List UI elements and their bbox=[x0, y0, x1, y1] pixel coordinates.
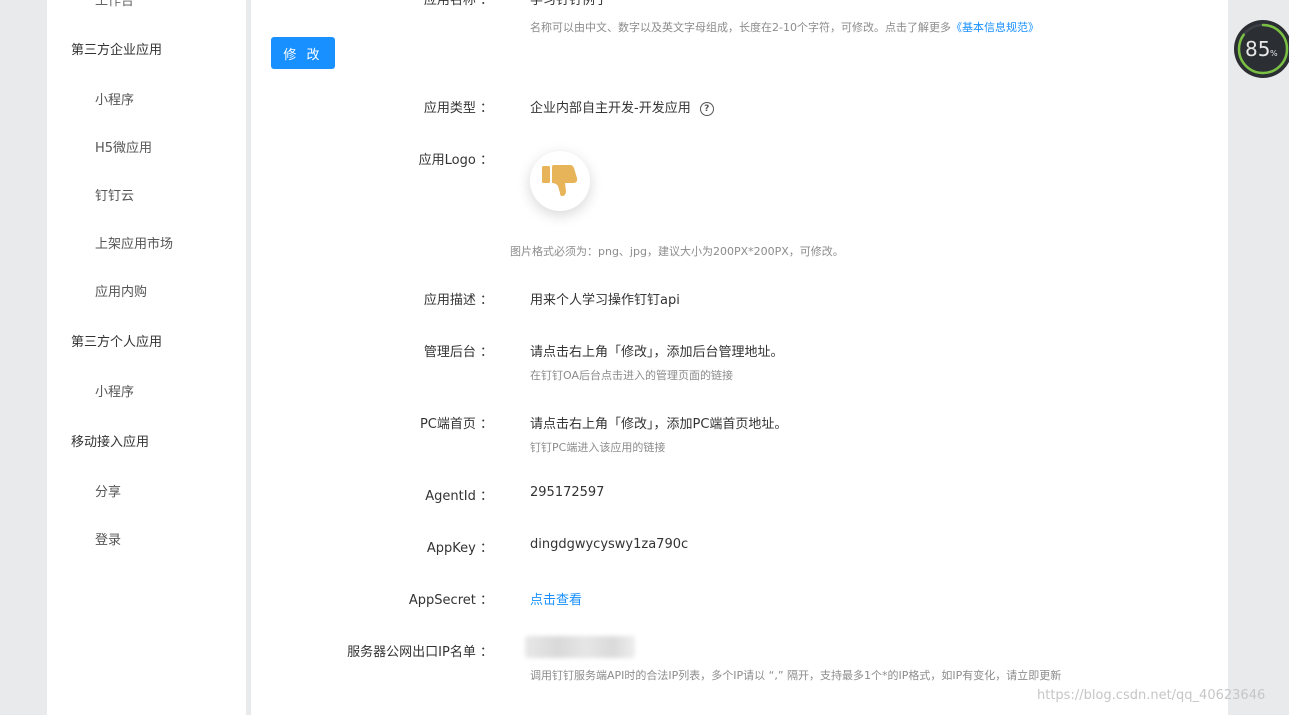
app-name-label: 应用名称 bbox=[424, 0, 493, 8]
sidebar: 工作台 第三方企业应用 小程序 H5微应用 钉钉云 上架应用市场 应用内购 第三… bbox=[47, 0, 246, 715]
sidebar-group-mobile-access[interactable]: 移动接入应用 bbox=[71, 431, 149, 450]
sidebar-item-app-market[interactable]: 上架应用市场 bbox=[95, 233, 173, 252]
ip-list-blurred-value bbox=[525, 636, 635, 658]
agent-id-value: 295172597 bbox=[530, 485, 605, 500]
edit-button[interactable]: 修 改 bbox=[271, 37, 335, 69]
app-name-hint: 名称可以由中文、数字以及英文字母组成，长度在2-10个字符，可修改。点击了解更多… bbox=[530, 19, 1039, 35]
app-key-label: AppKey bbox=[427, 537, 493, 556]
watermark: https://blog.csdn.net/qq_40623646 bbox=[1037, 688, 1266, 703]
view-secret-link[interactable]: 点击查看 bbox=[530, 589, 582, 608]
sidebar-item-personal-mini-program[interactable]: 小程序 bbox=[95, 381, 134, 400]
app-type-value: 企业内部自主开发-开发应用 bbox=[530, 101, 691, 116]
admin-label: 管理后台 bbox=[424, 341, 493, 360]
app-desc-label: 应用描述 bbox=[424, 289, 493, 308]
sidebar-item-workbench[interactable]: 工作台 bbox=[95, 0, 134, 9]
app-logo[interactable] bbox=[530, 151, 590, 211]
sidebar-item-dingtalk-cloud[interactable]: 钉钉云 bbox=[95, 185, 134, 204]
sidebar-group-third-party-personal[interactable]: 第三方个人应用 bbox=[71, 331, 162, 350]
sidebar-item-in-app-purchase[interactable]: 应用内购 bbox=[95, 281, 147, 300]
app-type-label: 应用类型 bbox=[424, 97, 493, 116]
pc-home-value: 请点击右上角「修改」，添加PC端首页地址。 bbox=[530, 417, 788, 432]
gauge-icon: 85 % bbox=[1234, 20, 1289, 78]
app-secret-label: AppSecret bbox=[409, 589, 493, 608]
pc-home-label: PC端首页 bbox=[420, 413, 493, 432]
app-name-value: 学习钉钉例子 bbox=[530, 0, 609, 8]
sidebar-item-login[interactable]: 登录 bbox=[95, 529, 121, 548]
app-key-value: dingdgwycyswy1za790c bbox=[530, 537, 689, 552]
gauge-unit: % bbox=[1270, 49, 1278, 58]
speed-gauge-widget[interactable]: 85 % bbox=[1232, 19, 1289, 79]
ip-list-hint: 调用钉钉服务端API时的合法IP列表，多个IP请以 “,” 隔开，支持最多1个*… bbox=[530, 669, 1062, 682]
app-name-hint-text: 名称可以由中文、数字以及英文字母组成，长度在2-10个字符，可修改。点击了解更多 bbox=[530, 21, 951, 34]
app-desc-value: 用来个人学习操作钉钉api bbox=[530, 293, 680, 308]
sidebar-item-mini-program[interactable]: 小程序 bbox=[95, 89, 134, 108]
agent-id-label: AgentId bbox=[425, 485, 493, 504]
basic-info-spec-link[interactable]: 《基本信息规范》 bbox=[951, 21, 1039, 34]
thumbs-down-icon bbox=[542, 165, 578, 196]
ip-list-label: 服务器公网出口IP名单 bbox=[347, 641, 493, 660]
question-circle-icon[interactable]: ? bbox=[699, 102, 714, 116]
app-logo-label: 应用Logo bbox=[419, 149, 493, 168]
pc-home-hint: 钉钉PC端进入该应用的链接 bbox=[530, 441, 666, 454]
sidebar-group-third-party-enterprise[interactable]: 第三方企业应用 bbox=[71, 39, 162, 58]
sidebar-item-share[interactable]: 分享 bbox=[95, 481, 121, 500]
app-type-row: 企业内部自主开发-开发应用? bbox=[530, 97, 714, 116]
app-logo-hint: 图片格式必须为：png、jpg，建议大小为200PX*200PX，可修改。 bbox=[510, 245, 844, 258]
app-detail-panel: 修 改 应用名称 学习钉钉例子 名称可以由中文、数字以及英文字母组成，长度在2-… bbox=[251, 0, 1228, 715]
sidebar-item-h5-app[interactable]: H5微应用 bbox=[95, 137, 152, 156]
gauge-value: 85 bbox=[1245, 37, 1270, 61]
admin-value: 请点击右上角「修改」，添加后台管理地址。 bbox=[530, 345, 784, 360]
admin-hint: 在钉钉OA后台点击进入的管理页面的链接 bbox=[530, 369, 733, 382]
